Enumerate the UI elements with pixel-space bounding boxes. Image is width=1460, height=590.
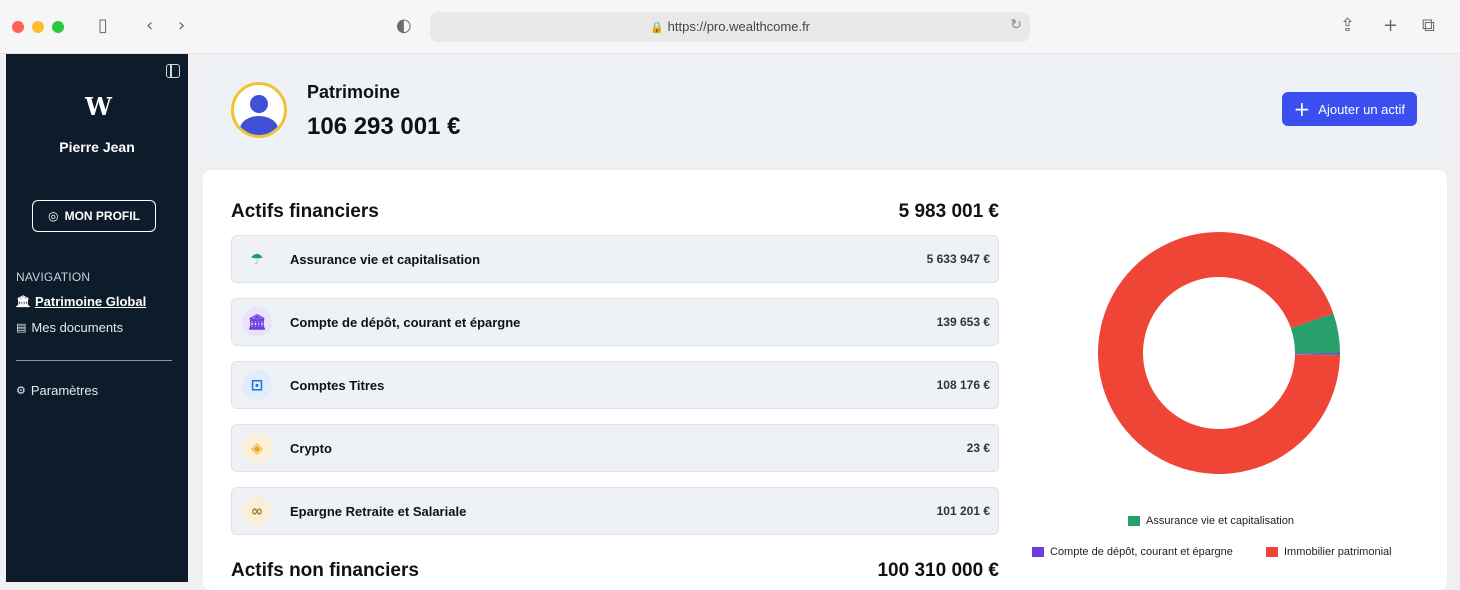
patrimoine-header: Patrimoine 106 293 001 € + Ajouter un ac… <box>203 54 1447 162</box>
asset-row-comptes-titres[interactable]: ⊡ Comptes Titres 108 176 € <box>231 361 999 409</box>
glasses-icon: ∞ <box>242 496 272 526</box>
sidebar-item-label: Patrimoine Global <box>34 294 147 309</box>
nav-section-title: NAVIGATION <box>16 270 91 284</box>
asset-row-epargne-retraite[interactable]: ∞ Epargne Retraite et Salariale 101 201 … <box>231 487 999 535</box>
asset-value: 5 633 947 € <box>926 252 990 266</box>
asset-value: 101 201 € <box>936 504 990 518</box>
avatar <box>231 82 287 138</box>
page-title: Patrimoine <box>307 82 401 102</box>
sidebar-item-settings[interactable]: ⚙ Paramètres <box>16 383 98 398</box>
sidebar-item-label: Mes documents <box>31 320 124 335</box>
legend-label: Assurance vie et capitalisation <box>1146 515 1294 527</box>
asset-value: 108 176 € <box>936 378 990 392</box>
non-financial-title: Actifs non financiers <box>231 560 419 581</box>
new-tab-icon[interactable]: + <box>1383 15 1398 37</box>
umbrella-icon: ☂ <box>250 250 264 268</box>
add-asset-label: Ajouter un actif <box>1318 101 1405 117</box>
legend-label: Immobilier patrimonial <box>1284 546 1392 558</box>
sidebar-toggle-icon[interactable]: ▯ <box>98 15 108 37</box>
legend-label: Compte de dépôt, courant et épargne <box>1050 546 1233 558</box>
asset-row-assurance-vie[interactable]: ☂ Assurance vie et capitalisation 5 633 … <box>231 235 999 283</box>
reload-icon[interactable]: ↻ <box>1010 17 1022 33</box>
document-icon: ▤ <box>16 321 27 334</box>
plus-icon: + <box>1293 97 1311 121</box>
legend-swatch <box>1032 547 1044 557</box>
crypto-icon: ◈ <box>242 433 272 463</box>
asset-row-compte-depot[interactable]: 🏛 Compte de dépôt, courant et épargne 13… <box>231 298 999 346</box>
legend-item[interactable]: Assurance vie et capitalisation <box>1128 515 1294 527</box>
legend-item[interactable]: Immobilier patrimonial <box>1266 546 1392 558</box>
legend-item[interactable]: Compte de dépôt, courant et épargne <box>1032 546 1233 558</box>
collapse-sidebar-icon[interactable] <box>166 64 180 78</box>
asset-value: 23 € <box>966 441 990 455</box>
share-icon[interactable]: ⇪ <box>1340 15 1355 37</box>
legend-swatch <box>1128 516 1140 526</box>
add-asset-button[interactable]: + Ajouter un actif <box>1281 92 1417 126</box>
sidebar-item-patrimoine-global[interactable]: 🏛 Patrimoine Global <box>16 294 146 309</box>
sidebar-item-documents[interactable]: ▤ Mes documents <box>16 320 123 335</box>
assets-panel: Actifs financiers 5 983 001 € ☂ Assuranc… <box>203 170 1447 590</box>
sidebar: W Pierre Jean ◎ MON PROFIL NAVIGATION 🏛 … <box>6 54 188 582</box>
total-patrimoine: 106 293 001 € <box>307 113 461 140</box>
lock-icon: 🔒 <box>649 21 664 34</box>
non-financial-total: 100 310 000 € <box>877 560 999 581</box>
forward-icon[interactable]: › <box>178 15 185 37</box>
profile-button-label: MON PROFIL <box>64 209 140 223</box>
asset-label: Crypto <box>290 441 332 456</box>
bank-icon: 🏛 <box>242 307 272 337</box>
maximize-window-button[interactable] <box>52 21 64 33</box>
asset-row-crypto[interactable]: ◈ Crypto 23 € <box>231 424 999 472</box>
avatar-body <box>240 116 278 135</box>
browser-toolbar: ▯ ‹ › ◐ 🔒 https://pro.wealthcome.fr ↻ ⇪ +… <box>0 0 1460 54</box>
bank-icon: 🏛 <box>16 295 30 308</box>
divider <box>16 360 172 361</box>
user-circle-icon: ◎ <box>48 209 59 223</box>
sidebar-item-label: Paramètres <box>30 383 99 398</box>
minimize-window-button[interactable] <box>32 21 44 33</box>
url-label: https://pro.wealthcome.fr <box>667 19 811 34</box>
user-name: Pierre Jean <box>59 139 135 155</box>
back-icon[interactable]: ‹ <box>146 15 153 37</box>
legend-swatch <box>1266 547 1278 557</box>
asset-value: 139 653 € <box>936 315 990 329</box>
settings-icon: ⚙ <box>16 384 26 397</box>
allocation-donut-chart <box>1098 231 1340 474</box>
asset-label: Comptes Titres <box>290 378 385 393</box>
tab-overview-icon[interactable]: ⧉ <box>1422 15 1435 37</box>
asset-label: Epargne Retraite et Salariale <box>290 504 467 519</box>
address-bar[interactable]: 🔒 https://pro.wealthcome.fr ↻ <box>430 12 1030 42</box>
avatar-head <box>250 95 268 113</box>
profile-button[interactable]: ◎ MON PROFIL <box>32 200 156 232</box>
financial-title: Actifs financiers <box>231 201 379 222</box>
url-text: 🔒 https://pro.wealthcome.fr <box>430 19 1030 34</box>
logo: W <box>85 92 112 121</box>
close-window-button[interactable] <box>12 21 24 33</box>
shield-icon[interactable]: ◐ <box>396 15 412 37</box>
financial-total: 5 983 001 € <box>898 201 999 222</box>
chart-icon: ⊡ <box>242 370 272 400</box>
asset-label: Assurance vie et capitalisation <box>290 252 481 267</box>
asset-label: Compte de dépôt, courant et épargne <box>290 315 521 330</box>
